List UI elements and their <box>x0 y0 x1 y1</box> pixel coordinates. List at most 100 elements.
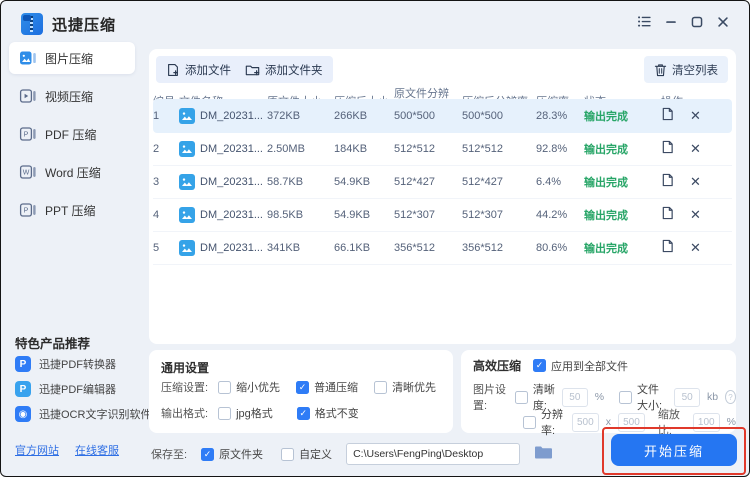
checkbox-option[interactable]: 普通压缩 <box>296 379 358 395</box>
table-row[interactable]: 5 DM_20231... 341KB 66.1KB 356*512 356*512 80.… <box>153 231 732 265</box>
window-controls <box>636 13 731 30</box>
checkbox-box[interactable] <box>296 380 310 394</box>
compressed-resolution: 500*500 <box>462 109 503 122</box>
open-file-icon[interactable] <box>661 107 674 124</box>
remove-file-icon[interactable]: ✕ <box>690 174 701 190</box>
image-file-icon <box>179 107 195 124</box>
checkbox-box[interactable] <box>296 406 310 420</box>
svg-text:P: P <box>24 208 29 215</box>
compress-rate: 6.4% <box>536 175 562 188</box>
checkbox-option[interactable]: jpg格式 <box>218 405 273 421</box>
checkbox-label: 普通压缩 <box>314 382 359 394</box>
save-to-row: 保存至: 原文件夹 自定义 <box>151 443 553 465</box>
resolution-width-input[interactable]: 500 <box>571 412 599 432</box>
row-actions: ✕ <box>661 140 731 157</box>
output-format-label: 输出格式: <box>161 408 209 420</box>
trash-icon <box>654 63 667 76</box>
checkbox-box[interactable] <box>218 380 232 394</box>
original-size: 372KB <box>267 109 301 122</box>
checkbox-box[interactable] <box>619 390 633 404</box>
checkbox-option[interactable]: 缩小优先 <box>218 379 280 395</box>
original-resolution: 500*500 <box>394 109 435 122</box>
svg-text:P: P <box>24 132 29 139</box>
checkbox-option[interactable]: 分辨率: <box>523 406 565 438</box>
table-row[interactable]: 2 DM_20231... 2.50MB 184KB 512*512 512*512 92.… <box>153 132 732 166</box>
row-actions: ✕ <box>661 173 731 190</box>
open-file-icon[interactable] <box>661 173 674 190</box>
status-badge: 输出完成 <box>584 110 628 123</box>
remove-file-icon[interactable]: ✕ <box>690 141 701 157</box>
row-actions: ✕ <box>661 107 731 124</box>
help-icon[interactable]: ? <box>725 390 736 404</box>
original-resolution: 512*307 <box>394 208 435 221</box>
table-row[interactable]: 1 DM_20231... 372KB 266KB 500*500 500*500 28.3… <box>153 99 732 133</box>
sidebar-item-pdf-compress[interactable]: P PDF 压缩 <box>9 118 135 150</box>
compress-rate: 44.2% <box>536 208 568 221</box>
original-size: 98.5KB <box>267 208 304 221</box>
checkbox-label: 分辨率: <box>541 409 563 437</box>
save-path-input[interactable] <box>346 443 521 465</box>
checkbox-box[interactable] <box>533 359 547 372</box>
product-item[interactable]: ◉ 迅捷OCR文字识别软件 <box>15 406 151 422</box>
clear-list-button[interactable]: 清空列表 <box>644 56 728 83</box>
sidebar-item-image-compress[interactable]: 图片压缩 <box>9 42 135 74</box>
sidebar-item-word-compress[interactable]: W Word 压缩 <box>9 156 135 188</box>
app-logo-icon <box>21 13 43 35</box>
product-item[interactable]: P 迅捷PDF转换器 <box>15 356 116 372</box>
table-row[interactable]: 3 DM_20231... 58.7KB 54.9KB 512*427 512*427 6.… <box>153 165 732 199</box>
add-file-button[interactable]: 添加文件 <box>156 56 241 83</box>
resolution-checkbox[interactable]: 分辨率: <box>523 406 565 438</box>
file-name: DM_20231... <box>179 173 267 190</box>
checkbox-box[interactable] <box>201 447 215 461</box>
checkbox-label: 缩小优先 <box>236 382 281 394</box>
apply-all-checkbox[interactable]: 应用到全部文件 <box>533 358 628 374</box>
folder-icon[interactable] <box>534 445 553 463</box>
checkbox-option[interactable]: 原文件夹 <box>201 446 263 462</box>
open-file-icon[interactable] <box>661 239 674 256</box>
original-size: 58.7KB <box>267 175 304 188</box>
remove-file-icon[interactable]: ✕ <box>690 240 701 256</box>
open-file-icon[interactable] <box>661 206 674 223</box>
checkbox-option[interactable]: 自定义 <box>281 446 332 462</box>
sidebar-item-label: PDF 压缩 <box>45 127 97 142</box>
product-item[interactable]: P 迅捷PDF编辑器 <box>15 381 116 397</box>
close-icon[interactable] <box>714 13 731 30</box>
pdf-editor-icon: P <box>15 381 31 397</box>
table-row[interactable]: 4 DM_20231... 98.5KB 54.9KB 512*307 512*307 44… <box>153 198 732 232</box>
image-file-icon <box>179 206 195 223</box>
open-file-icon[interactable] <box>661 140 674 157</box>
image-setting-label: 图片设置: <box>473 384 506 412</box>
sidebar-item-ppt-compress[interactable]: P PPT 压缩 <box>9 194 135 226</box>
checkbox-box[interactable] <box>514 390 528 404</box>
remove-file-icon[interactable]: ✕ <box>690 108 701 124</box>
official-site-link[interactable]: 官方网站 <box>15 442 59 458</box>
checkbox-option[interactable]: 格式不变 <box>296 405 359 421</box>
online-support-link[interactable]: 在线客服 <box>75 442 119 458</box>
checkbox-box[interactable] <box>523 415 536 429</box>
maximize-icon[interactable] <box>688 13 705 30</box>
checkbox-option[interactable]: 清晰优先 <box>374 379 436 395</box>
minimize-icon[interactable] <box>662 13 679 30</box>
original-size: 2.50MB <box>267 142 305 155</box>
efficient-title-row: 高效压缩 应用到全部文件 <box>473 357 628 374</box>
menu-icon[interactable] <box>636 13 653 30</box>
checkbox-label: 清晰优先 <box>392 382 437 394</box>
clarity-input[interactable]: 50 <box>561 387 588 407</box>
file-name: DM_20231... <box>179 107 267 124</box>
checkbox-box[interactable] <box>281 447 295 461</box>
sidebar-item-video-compress[interactable]: 视频压缩 <box>9 80 135 112</box>
ocr-icon: ◉ <box>15 406 31 422</box>
start-compress-button[interactable]: 开始压缩 <box>611 434 737 466</box>
compress-rate: 28.3% <box>536 109 568 122</box>
checkbox-box[interactable] <box>374 380 388 394</box>
file-name: DM_20231... <box>179 140 267 157</box>
checkbox-box[interactable] <box>218 406 232 420</box>
compress-setting-row: 压缩设置: 缩小优先 普通压缩 清晰优先 <box>161 379 436 395</box>
filesize-input[interactable]: 50 <box>674 387 700 407</box>
add-folder-button[interactable]: 添加文件夹 <box>235 56 333 83</box>
checkbox-option[interactable]: 应用到全部文件 <box>533 358 628 374</box>
original-size: 341KB <box>267 241 301 254</box>
compress-rate: 92.8% <box>536 142 568 155</box>
app-window: 迅捷压缩 图片压缩 视频压缩 P PDF 压缩 W Word 压缩 P PPT 压缩 特色产品… <box>0 0 750 477</box>
remove-file-icon[interactable]: ✕ <box>690 207 701 223</box>
